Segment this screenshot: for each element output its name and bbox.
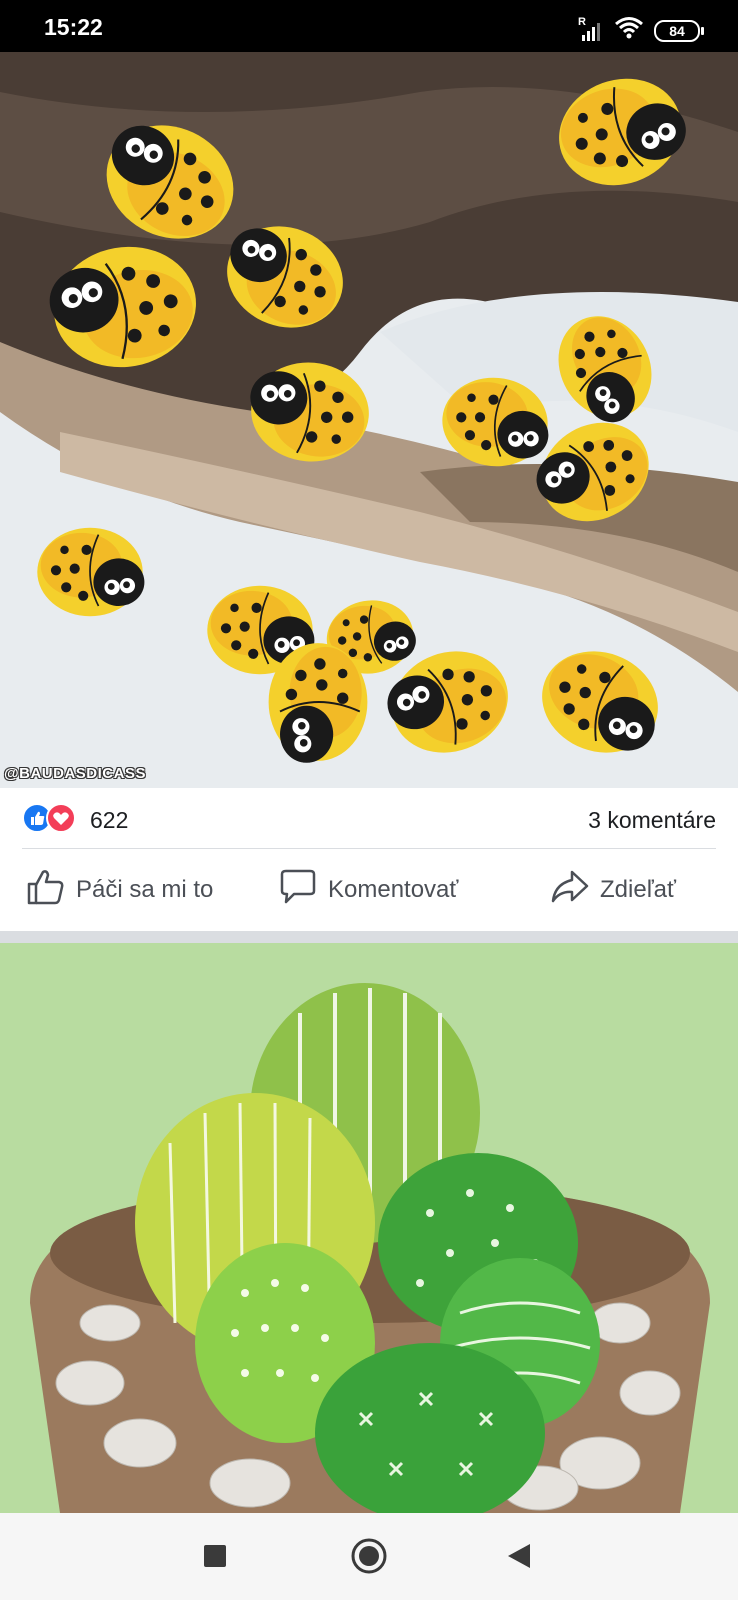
post-image-ladybug-rocks[interactable] <box>0 52 738 788</box>
post-image-cactus-rocks[interactable] <box>0 943 738 1513</box>
thumbs-up-icon <box>26 868 66 913</box>
speech-bubble-icon <box>278 868 318 913</box>
comment-button[interactable]: Komentovať <box>278 849 458 931</box>
reaction-count[interactable]: 622 <box>90 807 128 834</box>
like-button[interactable]: Páči sa mi to <box>26 849 213 931</box>
status-bar: 15:22 R 84 <box>0 0 738 52</box>
system-navigation-bar <box>0 1513 738 1600</box>
like-button-label: Páči sa mi to <box>76 876 214 903</box>
reactions-summary-row: 622 3 komentáre <box>0 788 738 848</box>
back-triangle-icon <box>506 1542 532 1575</box>
post-actions-bar: Páči sa mi to Komentovať Zdieľať <box>0 849 738 931</box>
wifi-icon <box>614 16 644 45</box>
share-button-label: Zdieľať <box>600 876 677 903</box>
status-time: 15:22 <box>44 14 103 40</box>
post-separator <box>0 931 738 943</box>
share-arrow-icon <box>550 868 590 913</box>
share-button[interactable]: Zdieľať <box>550 849 676 931</box>
status-icons: R 84 <box>578 16 704 45</box>
square-icon <box>203 1544 227 1573</box>
recent-apps-button[interactable] <box>190 1533 240 1583</box>
comment-button-label: Komentovať <box>328 876 459 903</box>
back-button[interactable] <box>494 1533 544 1583</box>
cell-signal-icon: R <box>578 16 604 42</box>
image-watermark: @BAUDASDICASS <box>4 765 146 782</box>
signal-roaming-label: R <box>578 15 586 28</box>
love-reaction-icon <box>46 803 76 833</box>
home-button[interactable] <box>344 1533 394 1583</box>
circle-icon <box>350 1537 388 1580</box>
battery-indicator: 84 <box>654 19 704 42</box>
comment-count-link[interactable]: 3 komentáre <box>588 807 716 834</box>
reaction-icons[interactable] <box>22 803 82 833</box>
